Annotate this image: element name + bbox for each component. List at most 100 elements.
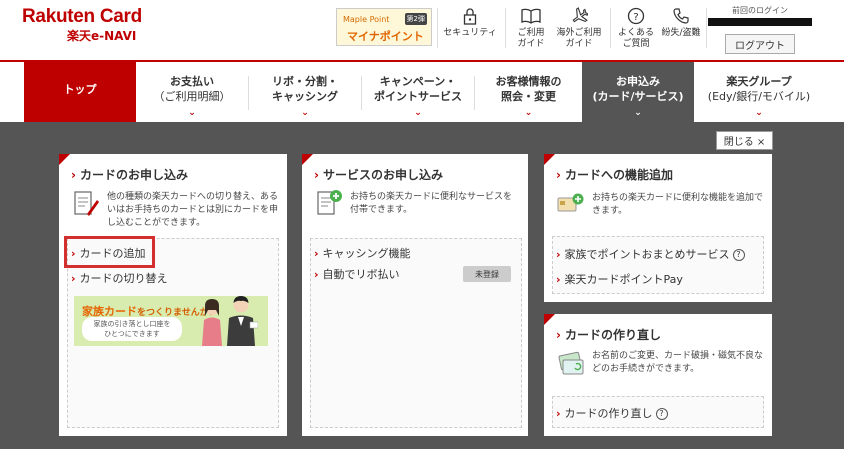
remake-panel: › カードの作り直し お名前のご変更、カード破損・磁気不良などのお手続きができます… <box>544 314 772 436</box>
nav-campaign[interactable]: キャンペーン・ ポイントサービス ⌄ <box>362 62 474 122</box>
chevron-right-icon: › <box>556 168 561 182</box>
nav-customer-info[interactable]: お客様情報の 照会・変更 ⌄ <box>475 62 582 122</box>
help-icon[interactable]: ? <box>732 249 745 261</box>
service-apply-desc: お持ちの楽天カードに便利なサービスを付帯できます。 <box>350 192 513 215</box>
man-illustration <box>227 296 258 346</box>
nav-top[interactable]: トップ <box>24 62 136 122</box>
service-apply-title: › サービスのお申し込み <box>314 166 443 183</box>
last-login-label: 前回のログイン <box>732 6 788 15</box>
remake-card-link[interactable]: › カードの作り直し? <box>556 405 668 421</box>
document-plus-icon <box>316 188 344 220</box>
security-link[interactable]: セキュリティ <box>442 6 498 39</box>
nav-top-label: トップ <box>63 83 97 96</box>
guide-label: ご利用 ガイド <box>517 28 545 49</box>
book-icon <box>508 6 554 26</box>
nav-payment[interactable]: お支払い （ご利用明細） ⌄ <box>136 62 248 122</box>
service-apply-panel: › サービスのお申し込み お持ちの楽天カードに便利なサービスを付帯できます。 › キ… <box>302 154 528 436</box>
chevron-down-icon: ⌄ <box>634 108 642 118</box>
header: Rakuten Card 楽天e-NAVI Maple Point マイナポイン… <box>0 0 844 60</box>
close-button[interactable]: 閉じる × <box>716 131 773 150</box>
feature-add-title-text: カードへの機能追加 <box>564 168 673 182</box>
chevron-right-icon: › <box>556 328 561 342</box>
service-apply-title-text: サービスのお申し込み <box>322 168 443 182</box>
chevron-right-icon: › <box>556 273 561 286</box>
nav-rakuten-group[interactable]: 楽天グループ (Edy/銀行/モバイル) ⌄ <box>694 62 824 122</box>
lost-stolen-link[interactable]: 紛失/盗難 <box>658 6 704 39</box>
add-card-highlight <box>64 236 155 268</box>
nav-sublabel: ポイントサービス <box>374 90 462 103</box>
chevron-right-icon: › <box>314 168 319 182</box>
security-label: セキュリティ <box>443 28 497 38</box>
card-apply-desc: 他の種類の楽天カードへの切り替え、あるいはお手持ちのカードとは別にカードを申し込… <box>107 192 279 228</box>
logo-sub-text: 楽天e-NAVI <box>67 29 137 43</box>
remake-card-label: カードの作り直し <box>564 407 653 420</box>
chevron-right-icon: › <box>314 247 319 260</box>
family-card-banner[interactable]: 家族カードをつくりませんか？ 家族の引き落とし口座を ひとつにできます <box>74 296 268 346</box>
corner-accent <box>302 154 313 165</box>
rakuten-logo[interactable]: Rakuten Card 楽天e-NAVI <box>22 6 142 44</box>
nav-sublabel: (Edy/銀行/モバイル) <box>707 90 811 103</box>
header-divider <box>437 8 438 48</box>
faq-label: よくある ご質問 <box>617 28 654 49</box>
card-plus-icon <box>556 192 584 218</box>
chevron-right-icon: › <box>556 407 561 420</box>
chevron-down-icon: ⌄ <box>755 108 763 118</box>
nav-label: キャンペーン・ <box>379 75 457 88</box>
banner-badge: 第2弾 <box>404 13 427 25</box>
nav-sublabel: (カード/サービス) <box>592 90 684 103</box>
banner-main-text: マイナポイント <box>347 30 424 43</box>
guide-link[interactable]: ご利用 ガイド <box>508 6 554 50</box>
card-apply-title: › カードのお申し込み <box>71 166 188 183</box>
chevron-right-icon: › <box>314 268 319 281</box>
family-banner-sub1: 家族の引き落とし口座を <box>93 320 171 328</box>
nav-sublabel: キャッシング <box>272 90 338 103</box>
header-divider <box>706 8 707 48</box>
chevron-right-icon: › <box>71 168 76 182</box>
nav-sublabel: 照会・変更 <box>501 90 556 103</box>
cashing-link[interactable]: › キャッシング機能 <box>314 245 411 261</box>
chevron-down-icon: ⌄ <box>188 108 196 118</box>
nav-label: お支払い <box>170 75 214 88</box>
auto-revolving-link[interactable]: › 自動でリボ払い <box>314 266 400 282</box>
nav-label: お客様情報の <box>495 75 562 88</box>
mynapoint-banner[interactable]: Maple Point マイナポイント 第2弾 <box>336 8 432 46</box>
login-area: 前回のログイン ログアウト <box>708 5 812 54</box>
question-icon: ? <box>614 6 658 26</box>
point-pay-label: 楽天カードポイントPay <box>564 273 683 286</box>
corner-accent <box>59 154 70 165</box>
unregistered-badge: 未登録 <box>463 266 511 282</box>
family-point-link[interactable]: › 家族でポイントおまとめサービス? <box>556 246 745 262</box>
nav-sublabel: （ご利用明細） <box>153 90 231 103</box>
chevron-down-icon: ⌄ <box>301 108 309 118</box>
corner-accent <box>544 314 555 325</box>
logout-button[interactable]: ログアウト <box>725 34 795 54</box>
switch-card-link[interactable]: › カードの切り替え <box>71 270 168 286</box>
corner-accent <box>544 154 555 165</box>
card-refresh-icon <box>556 350 586 382</box>
chevron-down-icon: ⌄ <box>414 108 422 118</box>
chevron-down-icon: ⌄ <box>524 108 533 118</box>
lock-icon <box>442 6 498 26</box>
phone-icon <box>658 6 704 26</box>
cashing-label: キャッシング機能 <box>322 247 411 260</box>
chevron-right-icon: › <box>71 272 76 285</box>
redacted-user-name <box>708 18 812 26</box>
help-icon[interactable]: ? <box>655 408 668 420</box>
feature-add-desc: お持ちの楽天カードに便利な機能を追加できます。 <box>592 193 764 216</box>
overseas-guide-label: 海外ご利用 ガイド <box>556 28 602 49</box>
nav-apply[interactable]: お申込み (カード/サービス) ⌄ <box>582 62 694 122</box>
lost-stolen-label: 紛失/盗難 <box>661 28 701 38</box>
nav-revolving[interactable]: リボ・分割・ キャッシング ⌄ <box>249 62 361 122</box>
family-point-label: 家族でポイントおまとめサービス <box>564 248 730 261</box>
document-pen-icon <box>73 190 99 222</box>
feature-add-panel: › カードへの機能追加 お持ちの楽天カードに便利な機能を追加できます。 › 家族でポ… <box>544 154 772 302</box>
auto-revolving-label: 自動でリボ払い <box>322 268 400 281</box>
faq-link[interactable]: ? よくある ご質問 <box>614 6 658 50</box>
overseas-guide-link[interactable]: 海外ご利用 ガイド <box>554 6 604 50</box>
header-divider <box>505 8 506 48</box>
woman-illustration <box>202 299 222 346</box>
global-nav: トップ お支払い （ご利用明細） ⌄ リボ・分割・ キャッシング ⌄ キャンペー… <box>0 60 844 122</box>
nav-label: 楽天グループ <box>726 75 792 88</box>
chevron-right-icon: › <box>556 248 561 261</box>
point-pay-link[interactable]: › 楽天カードポイントPay <box>556 271 683 287</box>
